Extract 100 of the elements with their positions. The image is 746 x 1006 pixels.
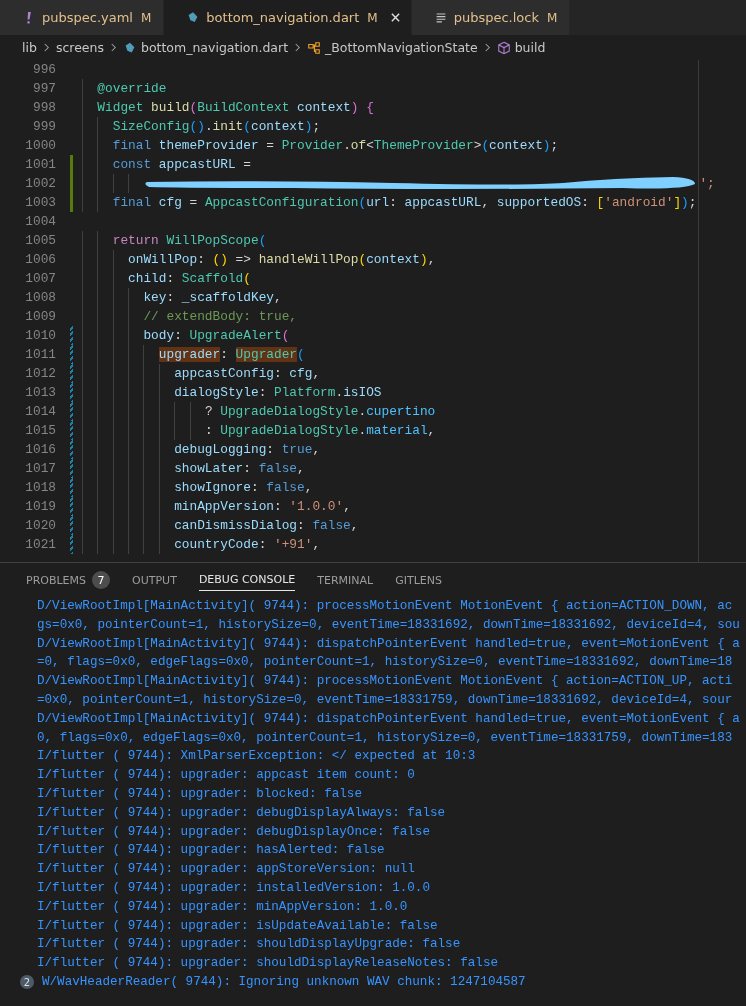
breadcrumb-item[interactable]: _BottomNavigationState	[325, 40, 478, 55]
line-number: 1019	[24, 498, 56, 516]
code-line: showLater: false,	[174, 460, 305, 478]
line-number: 1001	[24, 156, 56, 174]
console-line: D/ViewRootImpl[MainActivity]( 9744): processMotionEvent MotionEvent { action=ACTION_DOWN, ac	[37, 598, 733, 615]
breadcrumb-item[interactable]: bottom_navigation.dart	[140, 40, 289, 55]
line-number: 1002	[24, 175, 56, 193]
line-number: 1017	[24, 460, 56, 478]
line-number: 996	[31, 61, 56, 79]
code-line: const appcastURL =	[112, 156, 251, 174]
change-marker[interactable]	[69, 326, 73, 345]
line-number: 1007	[24, 270, 56, 288]
chevron-icon	[109, 42, 117, 53]
line-number: 1012	[24, 365, 56, 383]
editor-tab[interactable]: pubspec.lock M	[411, 0, 571, 35]
breadcrumb-item[interactable]: build	[514, 40, 546, 55]
change-marker[interactable]	[69, 535, 73, 554]
change-marker[interactable]	[69, 155, 73, 174]
line-number: 1021	[24, 536, 56, 554]
line-number: 1015	[24, 422, 56, 440]
console-line: I/flutter ( 9744): upgrader: debugDisplayAlways: false	[37, 804, 446, 822]
code-line: appcastConfig: cfg,	[174, 365, 321, 383]
modified-indicator: M	[141, 10, 152, 25]
code-line: countryCode: '+91',	[174, 536, 321, 554]
code-line: canDismissDialog: false,	[174, 517, 359, 535]
panel-tab[interactable]: GITLENS	[395, 569, 442, 591]
repeat-count-badge: 2	[20, 975, 34, 990]
code-line: ';	[699, 175, 715, 193]
console-line: I/flutter ( 9744): upgrader: shouldDisplayUpgrade: false	[37, 936, 461, 954]
line-number: 1011	[24, 346, 56, 364]
breadcrumb-item[interactable]: lib	[22, 40, 37, 55]
chevron-icon	[483, 42, 491, 53]
change-marker[interactable]	[69, 497, 73, 516]
line-number: 1009	[24, 308, 56, 326]
change-marker[interactable]	[69, 459, 73, 478]
console-line: I/flutter ( 9744): upgrader: hasAlerted: false	[37, 842, 385, 860]
code-line: SizeConfig().init(context);	[112, 118, 321, 136]
line-number: 997	[31, 80, 56, 98]
console-line: I/flutter ( 9744): XmlParserException: </ expected at 10:3	[37, 748, 476, 766]
line-number: 1018	[24, 479, 56, 497]
change-marker[interactable]	[69, 174, 73, 193]
code-line: child: Scaffold(	[128, 270, 251, 288]
editor-tab[interactable]: bottom_navigation.dart M	[164, 0, 412, 35]
console-line: =0, flags=0x0, edgeFlags=0x0, pointerCount=1, historySize=0, eventTime=18331692, downTime=18	[37, 654, 733, 672]
line-number: 998	[31, 99, 56, 117]
line-number: 1005	[24, 232, 56, 250]
change-marker[interactable]	[69, 421, 73, 440]
line-number: 1003	[24, 194, 56, 212]
code-line: Widget build(BuildContext context) {	[97, 99, 374, 117]
code-line: final themeProvider = Provider.of<ThemeProvider>(context);	[112, 137, 559, 155]
editor-tab[interactable]: pubspec.yaml M	[0, 0, 165, 35]
modified-indicator: M	[546, 10, 558, 25]
line-number: 1006	[24, 251, 56, 269]
class-icon	[307, 40, 322, 55]
console-line: I/flutter ( 9744): upgrader: isUpdateAvailable: false	[37, 917, 438, 935]
code-line: debugLogging: true,	[174, 441, 321, 459]
line-number: 1016	[24, 441, 56, 459]
console-line: I/flutter ( 9744): upgrader: appStoreVersion: null	[37, 861, 415, 879]
change-marker[interactable]	[69, 440, 73, 459]
change-marker[interactable]	[69, 193, 73, 212]
code-line: upgrader: Upgrader(	[158, 346, 305, 364]
line-number: 1014	[24, 403, 56, 421]
line-number: 1008	[24, 289, 56, 307]
count-badge: 7	[92, 571, 111, 589]
panel-tab[interactable]: TERMINAL	[317, 569, 374, 591]
line-number: 999	[31, 118, 56, 136]
console-line: D/ViewRootImpl[MainActivity]( 9744): processMotionEvent MotionEvent { action=ACTION_UP, acti	[37, 673, 733, 691]
code-line: dialogStyle: Platform.isIOS	[174, 384, 382, 402]
close-icon[interactable]	[389, 12, 401, 23]
console-line: =0x0, pointerCount=1, historySize=0, eventTime=18331759, downTime=18331692, deviceId=4, sour	[37, 692, 733, 709]
code-line: return WillPopScope(	[112, 232, 267, 250]
console-line: I/flutter ( 9744): upgrader: blocked: false	[37, 785, 362, 803]
code-line: final cfg = AppcastConfiguration(url: appcastURL, supportedOS: ['android']);	[112, 194, 697, 212]
line-number: 1013	[24, 384, 56, 402]
console-line: I/flutter ( 9744): upgrader: debugDisplayOnce: false	[37, 823, 430, 841]
chevron-icon	[42, 42, 50, 53]
code-line: ? UpgradeDialogStyle.cupertino	[204, 403, 436, 421]
code-line: showIgnore: false,	[174, 479, 313, 497]
console-line: I/flutter ( 9744): upgrader: appcast item count: 0	[37, 767, 415, 785]
code-line: // extendBody: true,	[143, 308, 298, 326]
console-line: D/ViewRootImpl[MainActivity]( 9744): dispatchPointerEvent handled=true, event=MotionEvent { a	[37, 635, 740, 653]
console-line: 0, flags=0x0, edgeFlags=0x0, pointerCount=1, historySize=0, eventTime=18331759, downTime=183	[37, 729, 733, 747]
change-marker[interactable]	[69, 478, 73, 497]
code-line: : UpgradeDialogStyle.material,	[204, 422, 436, 440]
change-marker[interactable]	[69, 383, 73, 402]
breadcrumb-item[interactable]: screens	[55, 40, 104, 55]
change-marker[interactable]	[69, 516, 73, 535]
change-marker[interactable]	[69, 345, 73, 364]
console-line: W/WavHeaderReader( 9744): Ignoring unknown WAV chunk: 1247104587	[42, 973, 526, 991]
console-line: I/flutter ( 9744): upgrader: shouldDisplayReleaseNotes: false	[37, 955, 498, 973]
change-marker[interactable]	[69, 364, 73, 383]
line-number: 1000	[24, 137, 56, 155]
panel-tab[interactable]: OUTPUT	[132, 569, 177, 591]
console-line: I/flutter ( 9744): upgrader: minAppVersion: 1.0.0	[37, 898, 408, 916]
code-line: key: _scaffoldKey,	[143, 289, 282, 307]
panel-tab[interactable]: DEBUG CONSOLE	[198, 569, 296, 591]
code-line: body: UpgradeAlert(	[143, 327, 290, 345]
change-marker[interactable]	[69, 402, 73, 421]
chevron-icon	[294, 42, 302, 53]
panel-tab[interactable]: PROBLEMS 7	[26, 569, 111, 591]
